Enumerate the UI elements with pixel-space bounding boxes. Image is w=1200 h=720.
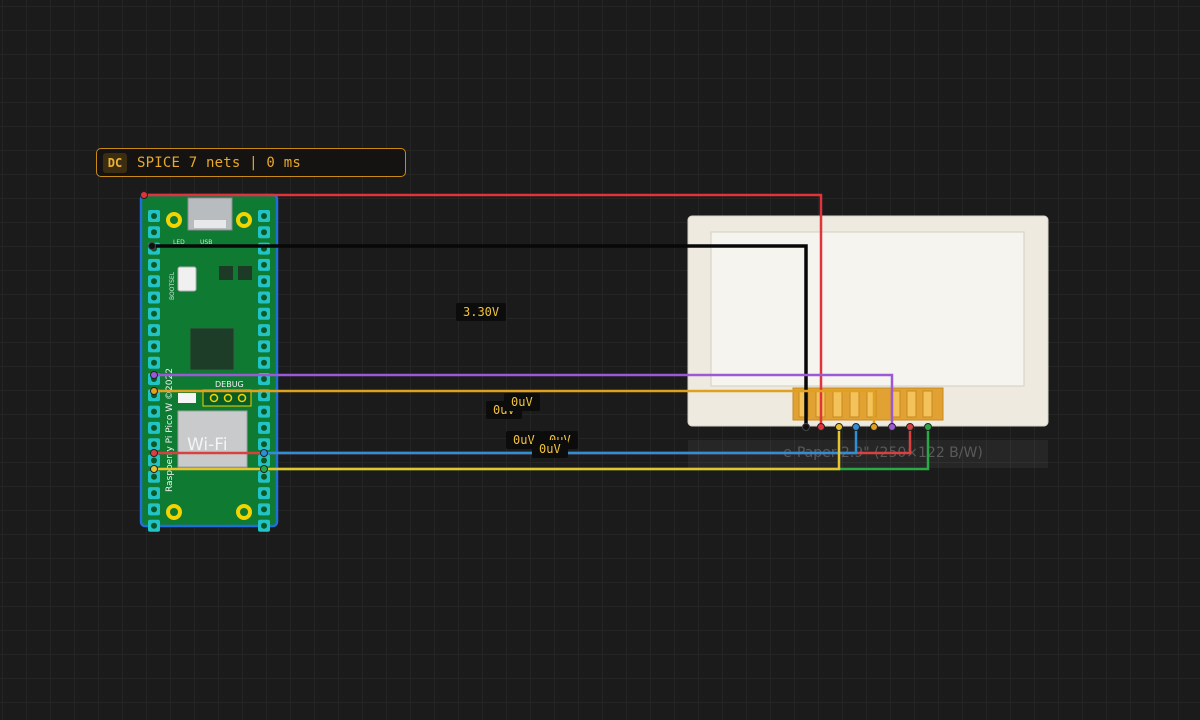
crystal-chip <box>219 266 233 280</box>
gpio-pad-hole <box>151 327 157 334</box>
gpio-pad-hole <box>151 522 157 529</box>
bootsel-silk: BOOTSEL <box>169 271 176 300</box>
gpio-pad-hole <box>261 294 267 301</box>
gpio-pad-hole <box>151 359 157 366</box>
gpio-pad-hole <box>261 441 267 448</box>
gpio-pad-hole <box>261 522 267 529</box>
gpio-pad-hole <box>261 473 267 480</box>
gpio-pad-hole <box>151 441 157 448</box>
gpio-pad-hole <box>261 408 267 415</box>
gpio-pad-hole <box>151 424 157 431</box>
gpio-pad-hole <box>261 343 267 350</box>
gpio-pad-hole <box>261 424 267 431</box>
gpio-pad-hole <box>261 278 267 285</box>
gpio-pad-hole <box>261 376 267 382</box>
gpio-pad-hole <box>151 213 157 219</box>
debug-header <box>202 389 252 407</box>
gpio-pad-hole <box>261 261 267 268</box>
gpio-pad-hole <box>151 229 157 236</box>
probe-din-label: 0uV <box>504 393 540 411</box>
gpio-pad-hole <box>151 506 157 513</box>
gpio-pad-hole <box>151 343 157 350</box>
probe-vcc-label: 3.30V <box>456 303 507 321</box>
probe-cs-label: 0uV <box>532 440 568 458</box>
gpio-pad-hole <box>261 457 267 464</box>
board-silk-name: Raspberry Pi Pico W ©2022 <box>165 368 175 492</box>
circuit-canvas[interactable]: LED USB BOOTSEL DEBUG Wi-Fi Raspberry Pi… <box>0 0 1200 720</box>
gpio-pad-hole <box>261 506 267 513</box>
led-component <box>178 393 196 403</box>
gpio-pad-hole <box>151 278 157 285</box>
gpio-pad-hole <box>151 457 157 464</box>
gpio-pad-hole <box>151 261 157 268</box>
epaper-connector <box>792 387 944 421</box>
gpio-pad-hole <box>261 392 267 399</box>
usb-connector <box>187 197 233 231</box>
rp2040-chip <box>189 327 235 371</box>
gpio-pad-hole <box>261 490 267 497</box>
gpio-pad-hole <box>151 473 157 480</box>
gpio-pad-hole <box>261 310 267 317</box>
flash-chip <box>238 266 252 280</box>
gpio-pad-hole <box>261 229 267 236</box>
wire-busy[interactable] <box>264 427 930 471</box>
gpio-pad-hole <box>151 490 157 497</box>
gpio-pad-hole <box>261 359 267 366</box>
bootsel-button[interactable] <box>177 266 197 292</box>
gpio-pad-hole <box>151 310 157 317</box>
gpio-pad-hole <box>261 213 267 219</box>
gpio-pad-hole <box>261 327 267 334</box>
gpio-pad-hole <box>151 408 157 415</box>
debug-silk: DEBUG <box>215 380 244 389</box>
epaper-screen <box>710 231 1025 387</box>
gpio-pad-hole <box>151 294 157 301</box>
